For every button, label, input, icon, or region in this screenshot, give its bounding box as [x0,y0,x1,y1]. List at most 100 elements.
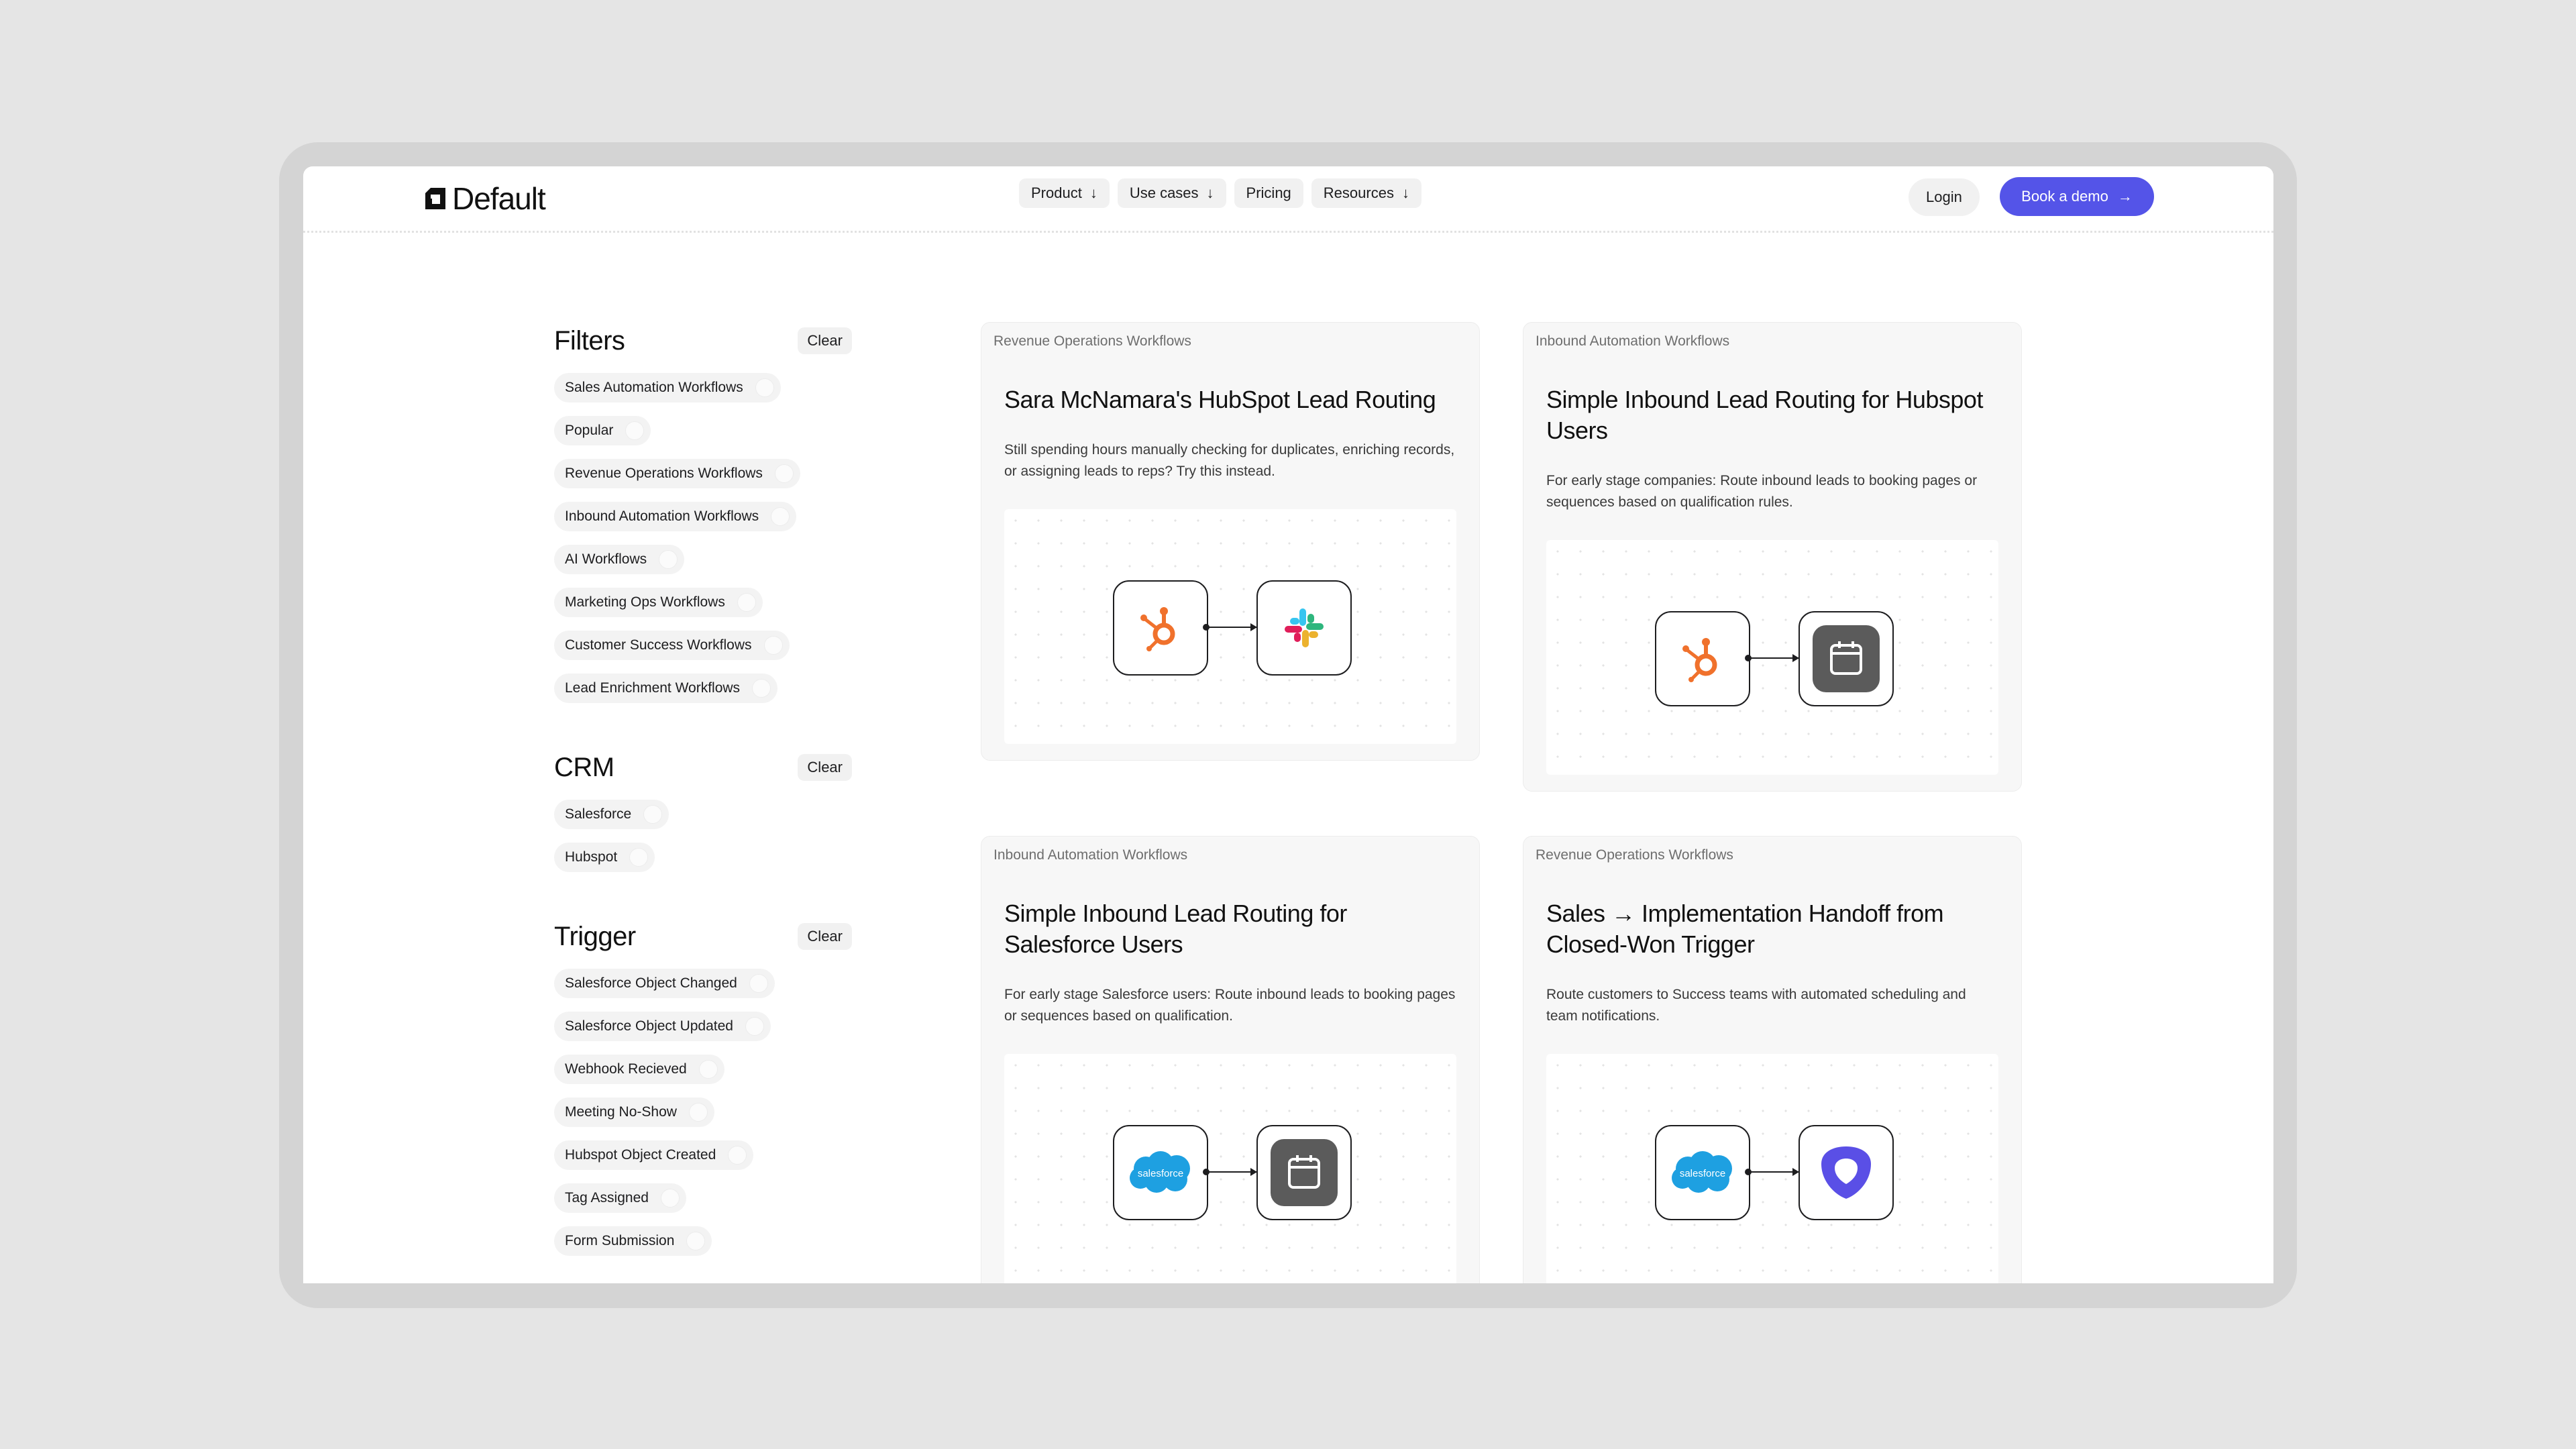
filter-chip[interactable]: Form Submission [554,1226,712,1256]
workflow-card[interactable]: Revenue Operations Workflows Sara McNama… [981,322,1480,761]
filter-chip[interactable]: Tag Assigned [554,1183,686,1213]
toggle-icon [643,805,663,824]
workflow-node: salesforce [1655,1125,1750,1220]
workflow-card[interactable]: Inbound Automation Workflows Simple Inbo… [981,836,1480,1283]
login-button[interactable]: Login [1909,178,1980,216]
filter-chip[interactable]: Sales Automation Workflows [554,373,781,402]
workflow-card[interactable]: Revenue Operations Workflows Sales → Imp… [1523,836,2022,1283]
brand-name: Default [452,181,546,216]
toggle-icon [774,464,794,483]
filter-chip[interactable]: Customer Success Workflows [554,631,790,660]
filter-chip[interactable]: Salesforce Object Updated [554,1012,771,1041]
chip-label: Webhook Recieved [565,1061,687,1077]
filter-chip[interactable]: Meeting No-Show [554,1097,714,1127]
calendar-icon [1813,625,1880,692]
filters-clear-button[interactable]: Clear [798,327,852,354]
filters-chips: Sales Automation Workflows Popular Reven… [554,373,863,716]
site-header: Default Product ↓ Use cases ↓ Pricing Re… [303,166,2273,231]
trigger-title: Trigger [554,921,636,951]
toggle-icon [660,1189,680,1208]
filter-chip[interactable]: Lead Enrichment Workflows [554,674,778,703]
filter-chip[interactable]: Marketing Ops Workflows [554,588,763,617]
toggle-icon [686,1232,706,1250]
arrow-down-icon: ↓ [1089,184,1097,201]
filter-chip[interactable]: Revenue Operations Workflows [554,459,800,488]
arrow-right-icon: → [2117,188,2133,205]
slack-icon [1285,608,1324,647]
filter-chip[interactable]: Webhook Recieved [554,1055,724,1084]
card-category: Revenue Operations Workflows [994,333,1191,349]
toggle-icon [728,1146,747,1165]
nav-use-cases[interactable]: Use cases ↓ [1117,178,1226,208]
connector-arrow [1203,623,1257,631]
chip-label: Meeting No-Show [565,1104,677,1120]
workflow-node: salesforce [1113,1125,1208,1220]
calendar-icon [1271,1139,1338,1206]
card-description: Route customers to Success teams with au… [1546,987,1966,1024]
chip-label: Customer Success Workflows [565,637,752,653]
salesforce-icon-text: salesforce [1680,1168,1725,1179]
hubspot-icon [1682,638,1717,682]
toggle-icon [659,550,678,569]
card-category: Revenue Operations Workflows [1536,847,1733,863]
trigger-clear-button[interactable]: Clear [798,923,852,950]
filter-chip[interactable]: Inbound Automation Workflows [554,502,797,531]
card-title: Simple Inbound Lead Routing for Hubspot … [1546,386,1983,444]
toggle-icon [755,378,774,397]
nav-resources[interactable]: Resources ↓ [1311,178,1421,208]
toggle-icon [752,679,771,698]
filter-chip[interactable]: Popular [554,416,651,445]
chip-label: Popular [565,423,614,438]
nav-pricing[interactable]: Pricing [1234,178,1303,208]
toggle-icon [763,636,783,655]
crm-chips: Salesforce Hubspot [554,800,863,885]
toggle-icon [625,421,645,440]
toggle-icon [688,1103,708,1122]
filter-chip[interactable]: Hubspot [554,843,655,872]
chip-label: Form Submission [565,1233,675,1248]
book-demo-label: Book a demo [2021,188,2108,205]
card-title: Simple Inbound Lead Routing for Salesfor… [1004,900,1347,958]
arrow-down-icon: ↓ [1206,184,1214,201]
filter-chip[interactable]: Salesforce [554,800,669,829]
card-description: Still spending hours manually checking f… [1004,442,1455,479]
chip-label: Salesforce Object Changed [565,975,737,991]
connector-arrow [1203,1168,1257,1176]
connector-arrow [1745,1168,1799,1176]
workflow-card[interactable]: Inbound Automation Workflows Simple Inbo… [1523,322,2022,792]
filters-group: Filters Clear Sales Automation Workflows… [554,321,863,716]
crm-clear-button[interactable]: Clear [798,754,852,781]
nav-product[interactable]: Product ↓ [1019,178,1110,208]
chip-label: Salesforce Object Updated [565,1018,733,1034]
workflow-node [1655,611,1750,706]
trigger-group: Trigger Clear Salesforce Object Changed … [554,916,863,1269]
default-logo-icon [425,188,445,209]
card-description: For early stage companies: Route inbound… [1546,473,1978,510]
shield-icon [1821,1146,1871,1199]
brand-logo[interactable]: Default [424,181,546,216]
book-demo-button[interactable]: Book a demo → [2000,177,2154,216]
hubspot-icon [1140,607,1175,651]
workflow-diagram: salesforce [1546,1054,1998,1283]
workflow-node [1256,580,1352,676]
card-title: Sara McNamara's HubSpot Lead Routing [1004,386,1436,413]
workflow-node [1113,580,1208,676]
toggle-icon [629,848,649,867]
chip-label: Hubspot Object Created [565,1147,716,1163]
filter-sidebar: Filters Clear Sales Automation Workflows… [554,321,863,1269]
workflow-node [1799,1125,1894,1220]
workflow-node [1799,611,1894,706]
filter-chip[interactable]: Hubspot Object Created [554,1140,754,1170]
toggle-icon [737,593,756,612]
toggle-icon [698,1060,718,1079]
chip-label: Sales Automation Workflows [565,380,743,395]
filter-chip[interactable]: AI Workflows [554,545,685,574]
card-category: Inbound Automation Workflows [1536,333,1730,349]
filters-title: Filters [554,325,625,356]
header-divider [303,231,2273,233]
workflow-diagram [1546,540,1998,775]
filter-chip[interactable]: Salesforce Object Changed [554,969,775,998]
trigger-chips: Salesforce Object Changed Salesforce Obj… [554,969,863,1269]
toggle-icon [749,974,768,993]
salesforce-icon-text: salesforce [1138,1168,1183,1179]
